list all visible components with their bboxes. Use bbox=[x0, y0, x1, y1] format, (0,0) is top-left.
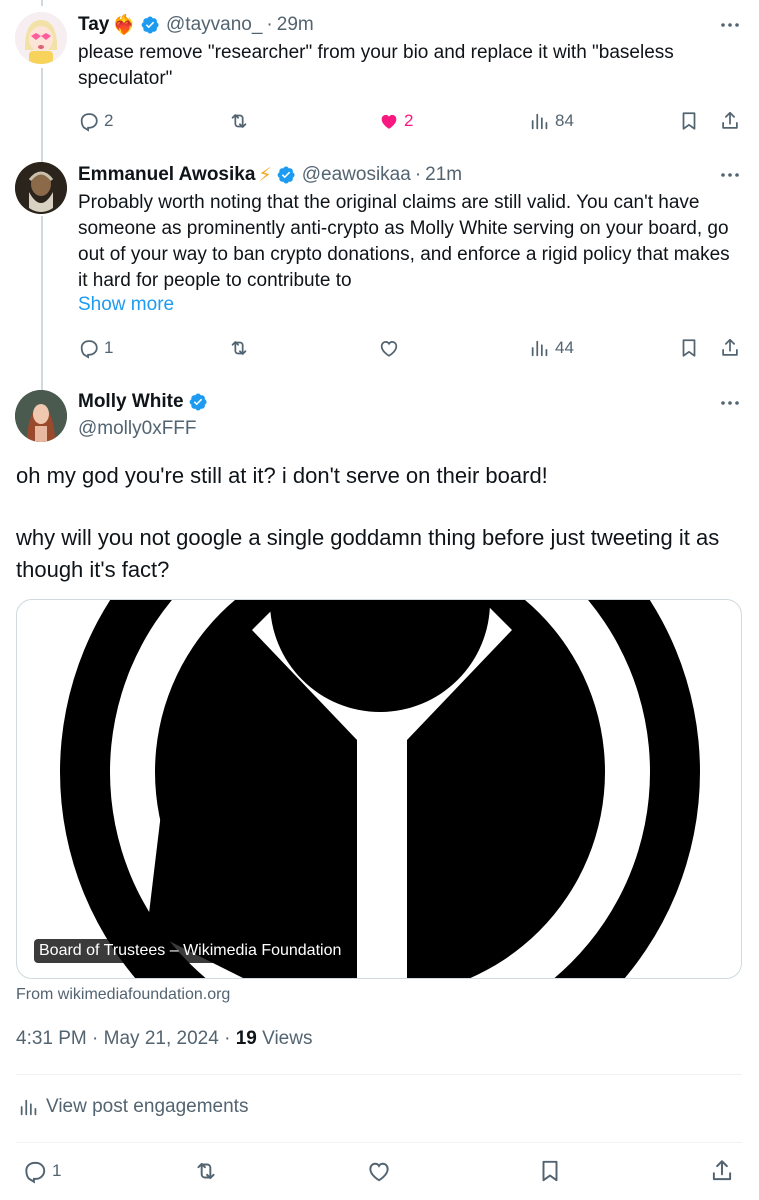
views-icon bbox=[531, 340, 548, 357]
separator-dot: · bbox=[92, 1028, 104, 1049]
more-icon[interactable] bbox=[719, 394, 741, 412]
author-name[interactable]: Molly White bbox=[78, 391, 184, 413]
bookmark-button[interactable] bbox=[537, 1158, 563, 1184]
reply-tweet[interactable]: Emmanuel Awosika ⚡ @eawosikaa · 21m Prob… bbox=[0, 162, 759, 362]
share-button[interactable] bbox=[709, 1158, 735, 1184]
action-bar: 1 44 bbox=[78, 335, 741, 361]
show-more-link[interactable]: Show more bbox=[78, 294, 174, 316]
like-icon bbox=[369, 1162, 389, 1182]
reply-header: Emmanuel Awosika ⚡ @eawosikaa · 21m bbox=[78, 162, 462, 188]
more-icon[interactable] bbox=[719, 166, 741, 184]
views-button[interactable]: 44 bbox=[529, 335, 574, 361]
reply-count: 1 bbox=[52, 1161, 62, 1180]
like-icon bbox=[381, 114, 397, 129]
separator-dot: · bbox=[224, 1028, 236, 1049]
share-icon bbox=[722, 338, 738, 356]
post-meta: 4:31 PM · May 21, 2024 · 19 Views bbox=[16, 1028, 312, 1050]
main-avatar[interactable] bbox=[15, 390, 67, 442]
post-time[interactable]: 4:31 PM bbox=[16, 1028, 87, 1049]
like-button[interactable] bbox=[366, 1158, 392, 1184]
author-name[interactable]: Emmanuel Awosika bbox=[78, 164, 255, 186]
repost-button[interactable] bbox=[228, 335, 250, 361]
name-emoji: ❤️‍🔥 bbox=[112, 15, 137, 36]
main-post-text: oh my god you're still at it? i don't se… bbox=[16, 460, 744, 586]
divider bbox=[16, 1142, 742, 1143]
bookmark-icon bbox=[542, 1160, 558, 1182]
views-button[interactable]: 84 bbox=[529, 108, 574, 134]
avatar[interactable] bbox=[15, 12, 67, 64]
author-handle[interactable]: @eawosikaa bbox=[302, 164, 411, 186]
bookmark-icon bbox=[682, 339, 696, 357]
author-handle[interactable]: @molly0xFFF bbox=[78, 418, 197, 440]
engagements-label: View post engagements bbox=[46, 1096, 249, 1117]
views-count: 44 bbox=[555, 338, 574, 357]
name-emoji: ⚡ bbox=[258, 164, 272, 186]
analytics-icon bbox=[20, 1099, 37, 1116]
reply-icon bbox=[80, 113, 98, 132]
views-count: 19 bbox=[235, 1028, 257, 1049]
view-engagements-link[interactable]: View post engagements bbox=[18, 1096, 248, 1118]
reply-count: 1 bbox=[104, 338, 114, 357]
verified-badge-icon[interactable] bbox=[276, 165, 296, 185]
share-icon bbox=[722, 111, 738, 129]
repost-icon bbox=[231, 341, 247, 355]
share-button[interactable] bbox=[719, 108, 741, 134]
avatar[interactable] bbox=[15, 162, 67, 214]
verified-badge-icon[interactable] bbox=[188, 392, 208, 412]
views-label: Views bbox=[262, 1028, 313, 1049]
bookmark-icon bbox=[682, 112, 696, 130]
timestamp[interactable]: 29m bbox=[277, 14, 314, 36]
like-button[interactable] bbox=[378, 335, 400, 361]
main-author: Molly White bbox=[78, 391, 208, 413]
more-icon[interactable] bbox=[719, 16, 741, 34]
repost-icon bbox=[197, 1162, 215, 1180]
repost-button[interactable] bbox=[228, 108, 250, 134]
link-card[interactable]: Board of Trustees – Wikimedia Foundation bbox=[16, 599, 742, 979]
post-paragraph: why will you not google a single goddamn… bbox=[16, 525, 720, 582]
views-count: 84 bbox=[555, 111, 574, 130]
divider bbox=[16, 1074, 742, 1075]
verified-badge-icon[interactable] bbox=[140, 15, 160, 35]
reply-button[interactable]: 2 bbox=[78, 108, 113, 134]
post-paragraph: oh my god you're still at it? i don't se… bbox=[16, 463, 548, 488]
reply-text: Probably worth noting that the original … bbox=[78, 192, 730, 291]
card-title: Board of Trustees – Wikimedia Foundation bbox=[34, 939, 347, 963]
like-count: 2 bbox=[404, 111, 414, 130]
reply-header: Tay ❤️‍🔥 @tayvano_ · 29m bbox=[78, 12, 314, 38]
main-action-bar: 1 bbox=[0, 1158, 759, 1186]
bookmark-button[interactable] bbox=[678, 108, 700, 134]
share-button[interactable] bbox=[719, 335, 741, 361]
reply-button[interactable]: 1 bbox=[78, 335, 113, 361]
timestamp[interactable]: 21m bbox=[425, 164, 462, 186]
reply-icon bbox=[80, 340, 98, 359]
separator-dot: · bbox=[266, 14, 273, 35]
author-name[interactable]: Tay bbox=[78, 14, 109, 36]
author-handle[interactable]: @tayvano_ bbox=[166, 14, 262, 36]
reply-icon bbox=[25, 1161, 46, 1184]
wikimedia-logo bbox=[60, 600, 700, 978]
share-icon bbox=[712, 1160, 732, 1181]
reply-tweet[interactable]: Tay ❤️‍🔥 @tayvano_ · 29m please remove "… bbox=[0, 12, 759, 132]
action-bar: 2 2 84 bbox=[78, 108, 741, 134]
views-icon bbox=[531, 113, 548, 130]
like-icon bbox=[380, 340, 398, 357]
reply-count: 2 bbox=[104, 111, 114, 130]
bookmark-button[interactable] bbox=[678, 335, 700, 361]
post-date[interactable]: May 21, 2024 bbox=[104, 1028, 219, 1049]
separator-dot: · bbox=[414, 164, 422, 185]
thread-line bbox=[41, 0, 43, 6]
reply-text: please remove "researcher" from your bio… bbox=[78, 42, 674, 89]
reply-button[interactable]: 1 bbox=[22, 1158, 61, 1184]
repost-button[interactable] bbox=[193, 1158, 219, 1184]
card-source[interactable]: From wikimediafoundation.org bbox=[16, 986, 230, 1004]
repost-icon bbox=[231, 114, 247, 128]
like-button[interactable]: 2 bbox=[378, 108, 413, 134]
